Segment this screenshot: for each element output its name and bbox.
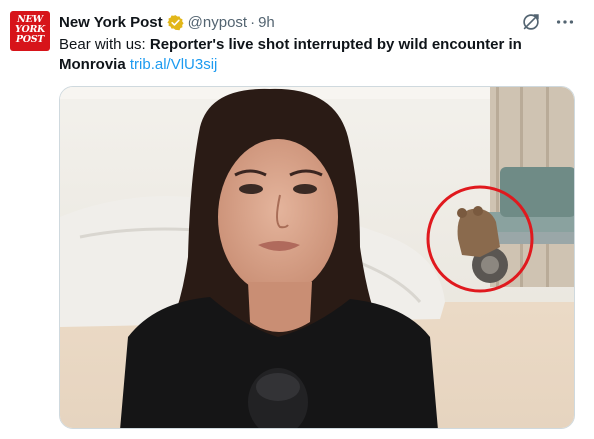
tweet[interactable]: NEW YORK POST New York Post @nypost · 9h… [0,0,594,439]
avatar[interactable]: NEW YORK POST [10,11,50,51]
separator: · [250,13,256,31]
tweet-link[interactable]: trib.al/VlU3sij [130,56,218,73]
grok-icon[interactable] [520,11,542,33]
tweet-actions [520,11,576,33]
tweet-text-prefix: Bear with us: [59,36,150,53]
media-image [60,87,574,428]
verified-badge-icon[interactable] [167,14,184,31]
tweet-text: Bear with us: Reporter's live shot inter… [59,35,539,75]
tweet-header: New York Post @nypost · 9h [59,11,275,33]
more-icon[interactable] [554,11,576,33]
timestamp[interactable]: 9h [258,14,275,31]
nypost-logo: NEW YORK POST [14,14,45,45]
tweet-media[interactable] [59,86,575,429]
author-handle[interactable]: @nypost [188,14,247,31]
author-name[interactable]: New York Post [59,14,163,31]
